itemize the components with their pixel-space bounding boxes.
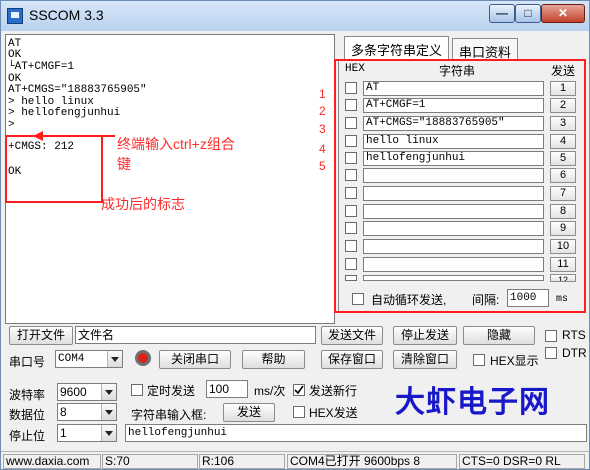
close-button[interactable]: ✕	[541, 4, 585, 23]
port-status-led-icon	[135, 350, 151, 366]
terminal-line: >	[8, 119, 15, 131]
sscom-window: SSCOM 3.3 — □ ✕ AT OK └AT+CMGF=1 OK AT+C…	[0, 0, 590, 470]
save-window-button[interactable]: 保存窗口	[321, 350, 383, 369]
clear-window-button[interactable]: 清除窗口	[393, 350, 457, 369]
data-bits-select[interactable]: 8	[57, 403, 117, 421]
window-title: SSCOM 3.3	[29, 7, 104, 23]
help-button[interactable]: 帮助	[242, 350, 305, 369]
rts-label: RTS	[562, 328, 586, 342]
chevron-down-icon	[101, 384, 116, 400]
string-send-input[interactable]: hellofengjunhui	[125, 424, 587, 442]
baud-select[interactable]: 9600	[57, 383, 117, 401]
rts-checkbox[interactable]	[545, 330, 557, 342]
red-label-5: 5	[319, 159, 326, 173]
stop-bits-value: 1	[60, 426, 67, 440]
app-icon	[7, 8, 23, 24]
data-bits-value: 8	[60, 405, 67, 419]
baud-label: 波特率	[9, 388, 46, 402]
hex-display-label: HEX显示	[490, 354, 539, 368]
status-website: www.daxia.com	[3, 454, 101, 469]
status-bar: www.daxia.com S:70 R:106 COM4已打开 9600bps…	[1, 451, 589, 469]
hide-button[interactable]: 隐藏	[463, 326, 535, 345]
timed-send-label: 定时发送	[147, 384, 196, 398]
red-label-1: 1	[319, 87, 326, 101]
open-file-button[interactable]: 打开文件	[9, 326, 73, 345]
tab-port-info[interactable]: 串口资料	[452, 38, 519, 60]
hex-send-checkbox[interactable]	[293, 406, 305, 418]
status-sent-count: S:70	[102, 454, 198, 469]
send-newline-label: 发送新行	[309, 384, 358, 398]
check-icon	[294, 385, 304, 395]
timed-interval-input[interactable]: 100	[206, 380, 248, 398]
send-button[interactable]: 发送	[223, 403, 275, 422]
tab-multi-string[interactable]: 多条字符串定义	[344, 36, 450, 60]
terminal-line: > hellofengjunhui	[8, 107, 121, 119]
port-value: COM4	[58, 353, 85, 365]
chevron-down-icon	[107, 351, 122, 367]
title-bar: SSCOM 3.3 — □ ✕	[1, 1, 589, 31]
chevron-down-icon	[101, 425, 116, 441]
chevron-down-icon	[101, 404, 116, 420]
baud-value: 9600	[60, 385, 87, 399]
send-file-button[interactable]: 发送文件	[321, 326, 383, 345]
string-input-label: 字符串输入框:	[131, 408, 207, 422]
stop-bits-label: 停止位	[9, 429, 46, 443]
hex-send-label: HEX发送	[309, 406, 358, 420]
maximize-button[interactable]: □	[515, 4, 541, 23]
timed-unit-label: ms/次	[254, 384, 286, 398]
success-annotation: 成功后的标志	[101, 196, 185, 212]
close-port-button[interactable]: 关闭串口	[159, 350, 231, 369]
timed-send-checkbox[interactable]	[131, 384, 143, 396]
success-highlight-box	[5, 135, 103, 203]
port-select[interactable]: COM4	[55, 350, 123, 368]
red-label-2: 2	[319, 104, 326, 118]
red-label-4: 4	[319, 142, 326, 156]
red-label-3: 3	[319, 122, 326, 136]
dtr-label: DTR	[562, 346, 587, 360]
minimize-button[interactable]: —	[489, 4, 515, 23]
data-bits-label: 数据位	[9, 408, 46, 422]
status-line-signals: CTS=0 DSR=0 RL	[459, 454, 585, 469]
brand-logo-text: 大虾电子网	[395, 386, 550, 419]
dtr-checkbox[interactable]	[545, 347, 557, 359]
ctrlz-annotation-line2: 键	[117, 156, 131, 172]
stop-bits-select[interactable]: 1	[57, 424, 117, 442]
status-received-count: R:106	[199, 454, 285, 469]
terminal-line: └AT+CMGF=1	[8, 61, 75, 73]
terminal-line: OK	[8, 49, 22, 61]
terminal-line: AT+CMGS="18883765905"	[8, 84, 147, 96]
annotation-arrow-icon	[33, 131, 115, 141]
ctrlz-annotation: 终端输入ctrl+z组合	[117, 136, 235, 152]
multi-string-highlight-box	[334, 59, 586, 313]
port-label: 串口号	[9, 355, 46, 369]
send-newline-checkbox[interactable]	[293, 384, 305, 396]
file-name-input[interactable]: 文件名	[75, 326, 316, 344]
status-port-state: COM4已打开 9600bps 8	[287, 454, 457, 469]
hex-display-checkbox[interactable]	[473, 354, 485, 366]
stop-send-button[interactable]: 停止发送	[393, 326, 457, 345]
